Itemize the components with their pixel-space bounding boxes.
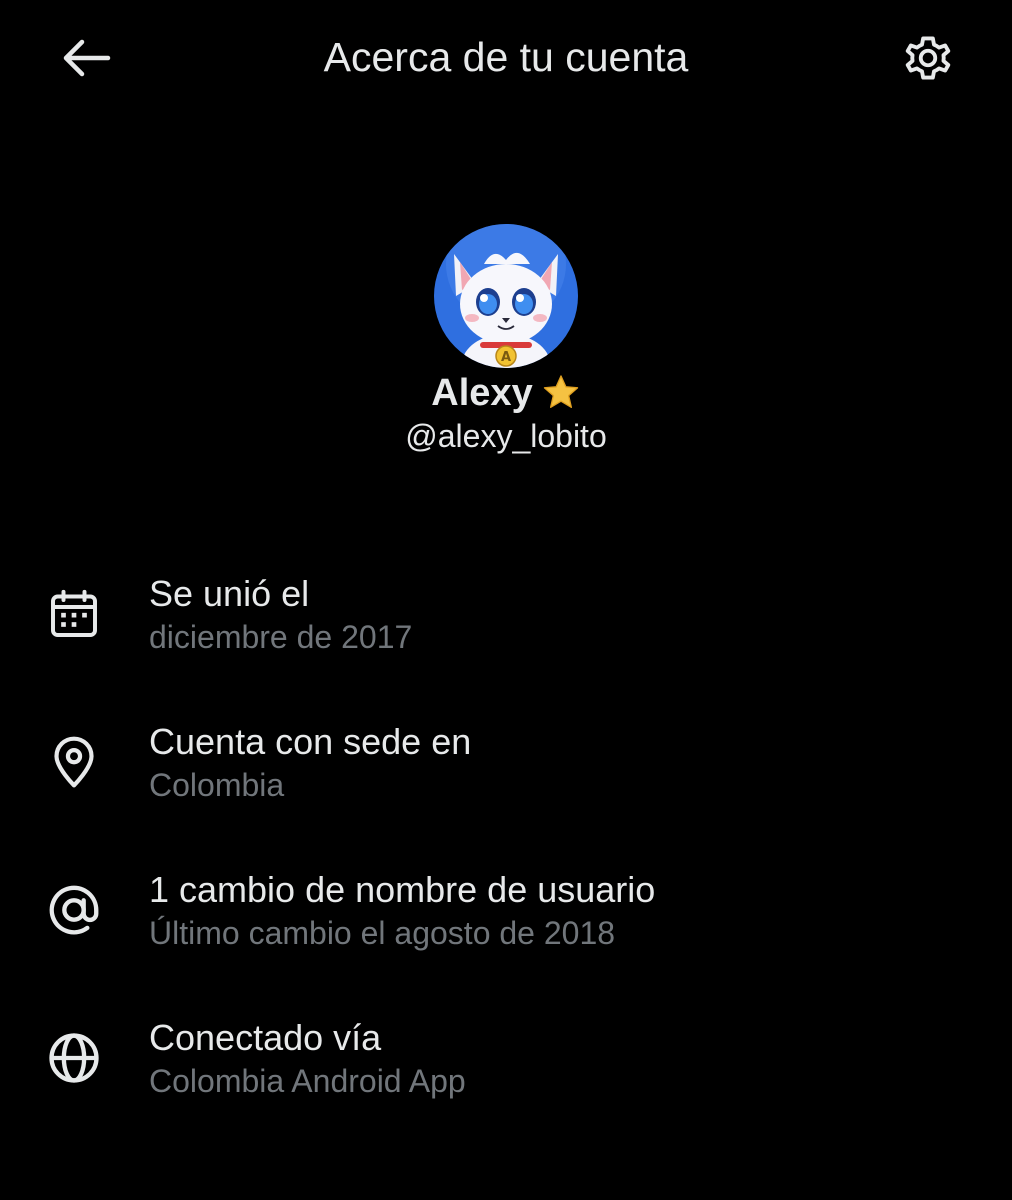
top-bar: Acerca de tu cuenta <box>0 0 1012 116</box>
display-name-row: Alexy <box>0 370 1012 416</box>
info-title: Se unió el <box>149 573 310 614</box>
info-subtitle: Colombia Android App <box>149 1063 466 1099</box>
settings-button[interactable] <box>896 26 960 90</box>
info-subtitle: Último cambio el agosto de 2018 <box>149 915 616 951</box>
calendar-icon <box>44 584 104 644</box>
info-subtitle: Colombia <box>149 767 285 803</box>
star-icon <box>543 375 578 408</box>
info-title: Cuenta con sede en <box>149 721 472 762</box>
info-title: Conectado vía <box>149 1017 382 1058</box>
info-item-joined: Se unió el diciembre de 2017 <box>0 560 1012 708</box>
at-sign-icon <box>44 880 104 940</box>
page-title: Acerca de tu cuenta <box>323 34 689 80</box>
info-item-username-changes: 1 cambio de nombre de usuario Último cam… <box>0 856 1012 1004</box>
avatar-illustration: A <box>434 224 578 368</box>
account-info-list: Se unió el diciembre de 2017 Cuenta con … <box>0 560 1012 1152</box>
info-item-connected-via: Conectado vía Colombia Android App <box>0 1004 1012 1152</box>
globe-icon <box>44 1028 104 1088</box>
info-item-location: Cuenta con sede en Colombia <box>0 708 1012 856</box>
display-name: Alexy <box>431 372 533 414</box>
user-handle: @alexy_lobito <box>405 418 607 454</box>
location-pin-icon <box>44 732 104 792</box>
gear-icon <box>905 36 951 80</box>
info-title: 1 cambio de nombre de usuario <box>149 869 656 910</box>
avatar[interactable]: A <box>434 224 578 368</box>
profile-section: A Alexy @alexy_lobito <box>0 224 1012 456</box>
info-subtitle: diciembre de 2017 <box>149 619 413 655</box>
avatar-tag-letter: A <box>501 350 511 365</box>
